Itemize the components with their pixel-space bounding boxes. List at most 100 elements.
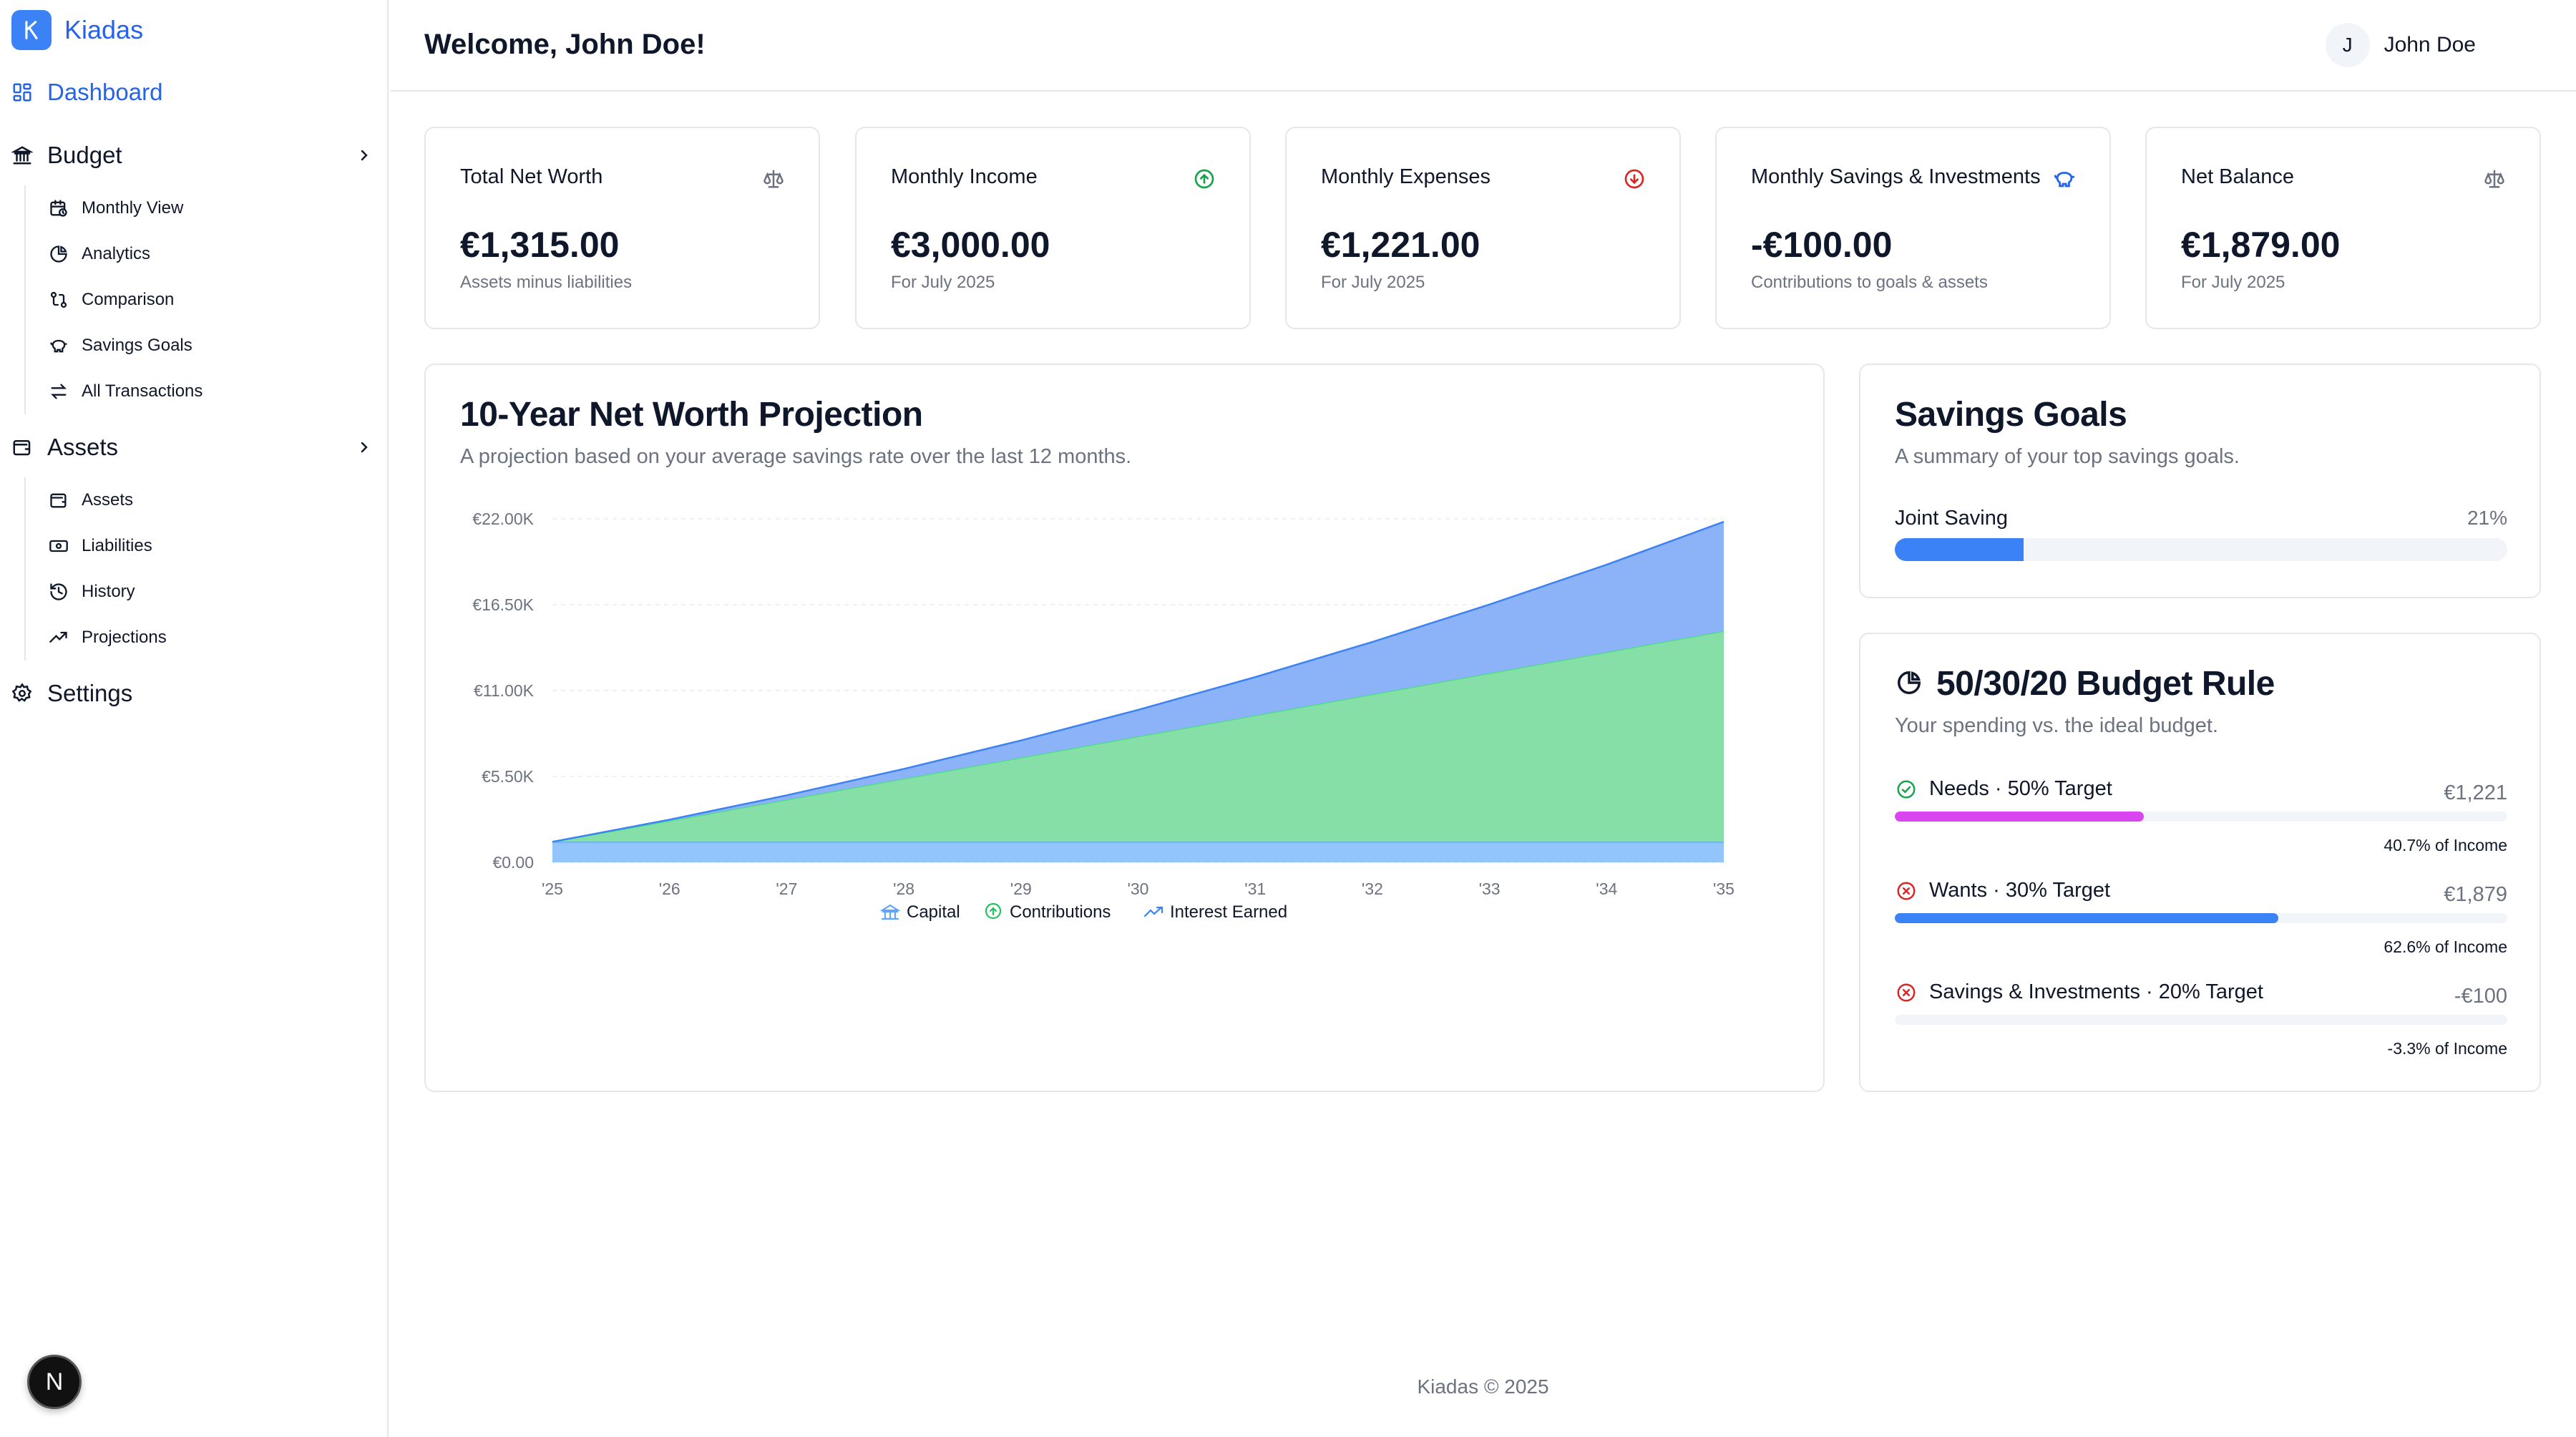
piggy-bank-icon — [2052, 167, 2077, 191]
stat-title: Monthly Savings & Investments — [1751, 165, 2041, 188]
sidebar-item-label: Comparison — [82, 290, 175, 309]
sidebar-item-assets-list[interactable]: Assets — [26, 477, 368, 523]
stat-value: €1,879.00 — [2181, 225, 2341, 265]
dev-tools-badge[interactable]: N — [27, 1355, 82, 1409]
projection-chart: €0.00 €5.50K €11.00K €16.50K €22.00K '25 '26 '2… — [472, 510, 1735, 922]
calendar-clock-icon — [47, 197, 70, 220]
rule-label: Needs · 50% Target — [1929, 777, 2112, 800]
savings-goals-title: Savings Goals — [1895, 396, 2127, 434]
stat-value: €1,315.00 — [460, 225, 620, 265]
sidebar-item-savings-goals[interactable]: Savings Goals — [26, 323, 368, 369]
pie-chart-icon — [1895, 668, 1923, 697]
stat-title: Net Balance — [2181, 165, 2294, 188]
budget-rule-card: 50/30/20 Budget Rule Your spending vs. t… — [1859, 633, 2541, 1092]
gear-icon — [10, 681, 34, 706]
legend-item[interactable]: Contributions — [985, 902, 1111, 922]
header: Welcome, John Doe! J John Doe — [390, 0, 2576, 92]
sidebar-item-liabilities[interactable]: Liabilities — [26, 523, 368, 569]
arrow-up-circle-icon — [1192, 167, 1216, 191]
rule-row-savings: Savings & Investments · 20% Target -€100… — [1895, 980, 2507, 1073]
sidebar-item-comparison[interactable]: Comparison — [26, 277, 368, 323]
sidebar-item-label: Projections — [82, 628, 167, 647]
assets-subnav: Assets Liabilities History Projections — [24, 477, 368, 661]
y-tick-label: €22.00K — [472, 510, 534, 528]
rule-progress-fill — [1895, 812, 2145, 822]
footer: Kiadas © 2025 — [1417, 1375, 1549, 1398]
stat-title: Monthly Expenses — [1321, 165, 1491, 188]
x-tick-label: '34 — [1596, 880, 1617, 898]
user-menu[interactable]: J John Doe — [2325, 23, 2476, 67]
rule-percent: 62.6% of Income — [2384, 937, 2507, 956]
legend-item[interactable]: Capital — [879, 902, 960, 922]
x-tick-label: '28 — [893, 880, 914, 898]
rule-progress-track — [1895, 913, 2507, 923]
arrows-swap-icon — [47, 380, 70, 403]
pie-chart-icon — [47, 243, 70, 266]
goal-progress-track — [1895, 538, 2507, 561]
sidebar-item-history[interactable]: History — [26, 569, 368, 615]
sidebar-item-label: Savings Goals — [82, 336, 192, 355]
stat-card-monthly-income: Monthly Income €3,000.00 For July 2025 — [855, 127, 1251, 329]
sidebar-item-label: Analytics — [82, 244, 151, 263]
stat-card-net-balance: Net Balance €1,879.00 For July 2025 — [2145, 127, 2541, 329]
sidebar-item-label: History — [82, 582, 135, 601]
sidebar-item-settings[interactable]: Settings — [10, 680, 375, 707]
net-worth-projection-card: 10-Year Net Worth Projection A projectio… — [424, 364, 1825, 1092]
x-circle-icon — [1895, 981, 1918, 1004]
y-tick-label: €0.00 — [492, 853, 534, 872]
user-name: John Doe — [2384, 33, 2476, 57]
sidebar-item-label: Assets — [47, 434, 119, 460]
sidebar-item-label: Settings — [47, 680, 133, 706]
avatar[interactable]: J — [2325, 23, 2370, 67]
legend-item[interactable]: Interest Earned — [1143, 902, 1287, 922]
area-capital — [552, 842, 1724, 862]
brand[interactable]: Kiadas — [11, 10, 143, 50]
rule-amount: €1,879 — [2444, 883, 2507, 906]
rule-label: Savings & Investments · 20% Target — [1929, 980, 2263, 1003]
sidebar-item-dashboard[interactable]: Dashboard — [10, 79, 375, 106]
sidebar-item-monthly-view[interactable]: Monthly View — [26, 185, 368, 231]
stat-card-monthly-expenses: Monthly Expenses €1,221.00 For July 2025 — [1285, 127, 1681, 329]
stat-caption: For July 2025 — [2181, 273, 2285, 292]
x-tick-label: '26 — [659, 880, 680, 898]
legend-label: Capital — [907, 902, 960, 922]
sidebar-item-label: Budget — [47, 142, 122, 168]
wallet-icon — [10, 435, 34, 459]
budget-rule-title: 50/30/20 Budget Rule — [1936, 665, 2275, 703]
rule-amount: €1,221 — [2444, 781, 2507, 804]
goal-percent: 21% — [2467, 507, 2507, 529]
sidebar-item-budget[interactable]: Budget — [10, 142, 375, 169]
budget-rule-subtitle: Your spending vs. the ideal budget. — [1895, 714, 2218, 737]
wallet-icon — [47, 489, 70, 512]
sidebar-item-analytics[interactable]: Analytics — [26, 231, 368, 277]
stat-value: €3,000.00 — [891, 225, 1050, 265]
goal-name: Joint Saving — [1895, 507, 2008, 530]
sidebar-item-projections[interactable]: Projections — [26, 615, 368, 661]
y-tick-label: €11.00K — [474, 681, 535, 700]
rule-progress-track — [1895, 812, 2507, 822]
y-tick-label: €16.50K — [472, 595, 534, 614]
piggy-bank-icon — [47, 334, 70, 357]
stat-caption: Assets minus liabilities — [460, 273, 633, 292]
sidebar-item-all-transactions[interactable]: All Transactions — [26, 369, 368, 414]
goal-progress-fill — [1895, 538, 2024, 561]
arrow-down-circle-icon — [1622, 167, 1646, 191]
chevron-right-icon[interactable] — [353, 145, 375, 166]
sidebar: Kiadas Dashboard Budget Monthly View Ana… — [0, 0, 389, 1437]
kiadas-logo-icon — [11, 10, 52, 50]
savings-goals-subtitle: A summary of your top savings goals. — [1895, 445, 2240, 468]
trending-up-icon — [1143, 906, 1163, 917]
sidebar-item-label: Assets — [82, 490, 134, 510]
git-compare-icon — [47, 288, 70, 311]
banknote-icon — [47, 535, 70, 557]
y-tick-label: €5.50K — [482, 767, 535, 786]
stat-caption: For July 2025 — [891, 273, 995, 292]
trending-up-icon — [47, 626, 70, 649]
rule-percent: -3.3% of Income — [2387, 1039, 2507, 1058]
chevron-right-icon[interactable] — [353, 437, 375, 458]
sidebar-item-assets[interactable]: Assets — [10, 434, 375, 461]
x-tick-label: '32 — [1362, 880, 1383, 898]
sidebar-item-label: Monthly View — [82, 198, 184, 218]
x-tick-label: '30 — [1128, 880, 1149, 898]
rule-row-wants: Wants · 30% Target €1,879 62.6% of Incom… — [1895, 879, 2507, 972]
